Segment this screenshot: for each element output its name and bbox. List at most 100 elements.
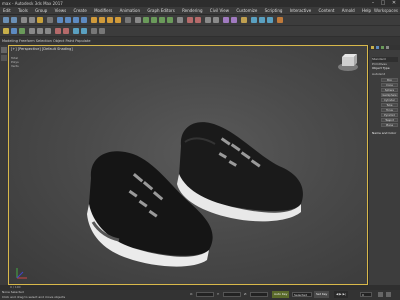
viewport-layout-icon[interactable] (91, 28, 97, 34)
menu-interactive[interactable]: Interactive (287, 7, 315, 14)
select-object-icon[interactable] (57, 17, 63, 23)
perspective-viewport[interactable]: [+] [Perspective] [Default Shading] Tota… (8, 45, 368, 285)
menu-modifiers[interactable]: Modifiers (91, 7, 115, 14)
rendered-frame-window-icon[interactable] (259, 17, 265, 23)
redo-icon[interactable] (11, 17, 17, 23)
previous-frame-icon[interactable]: ◀ (336, 292, 338, 296)
menu-help[interactable]: Help (359, 7, 374, 14)
teapot-render-icon[interactable] (277, 17, 283, 23)
zoom-icon[interactable] (378, 292, 383, 297)
orbit-icon[interactable] (386, 292, 391, 297)
sneaker-model[interactable] (9, 46, 368, 285)
maximize-button[interactable]: □ (378, 0, 388, 7)
motion-tab-icon[interactable] (386, 46, 389, 49)
play-icon[interactable]: ▶ (339, 292, 341, 296)
render-setup-icon[interactable] (251, 17, 257, 23)
selection-filter-dropdown[interactable] (47, 17, 53, 23)
undo-icon[interactable] (3, 17, 9, 23)
link-icon[interactable] (21, 17, 27, 23)
key-filter-dropdown[interactable]: Selected (292, 292, 312, 297)
brush-icon[interactable] (63, 28, 69, 34)
primitive-type-dropdown[interactable]: Standard Primitives (372, 57, 398, 66)
menu-arnold[interactable]: Arnold (339, 7, 358, 14)
play-controls[interactable]: ◀ ▶ ▶| (334, 291, 348, 298)
snaps-toggle-icon[interactable] (143, 17, 149, 23)
create-tab-icon[interactable] (371, 46, 374, 49)
modify-icon[interactable] (11, 28, 17, 34)
layer-explorer-icon[interactable] (213, 17, 219, 23)
render-production-icon[interactable] (267, 17, 273, 23)
name-and-color-rollout[interactable]: Name and Color (372, 131, 396, 135)
pyramid-button[interactable]: Pyramid (381, 113, 398, 117)
schematic-view-icon[interactable] (231, 17, 237, 23)
current-frame-field[interactable]: 0 (360, 292, 372, 297)
menu-group[interactable]: Group (32, 7, 50, 14)
reference-coordinate-dropdown[interactable] (125, 17, 131, 23)
bind-space-warp-icon[interactable] (37, 17, 43, 23)
menu-civil-view[interactable]: Civil View (207, 7, 232, 14)
menu-views[interactable]: Views (52, 7, 70, 14)
autogrid-checkbox[interactable]: AutoGrid (372, 72, 385, 76)
tube-button[interactable]: Tube (381, 103, 398, 107)
motion-icon[interactable] (29, 28, 35, 34)
torus-button[interactable]: Torus (381, 108, 398, 112)
selection-region-icon[interactable] (73, 17, 79, 23)
flow-icon[interactable] (81, 28, 87, 34)
rotate-icon[interactable] (99, 17, 105, 23)
select-by-name-icon[interactable] (65, 17, 71, 23)
teapot-button[interactable]: Teapot (381, 118, 398, 122)
set-key-button[interactable]: Set Key (314, 291, 330, 298)
box-button[interactable]: Box (381, 78, 398, 82)
menu-create[interactable]: Create (71, 7, 90, 14)
utilities-icon[interactable] (45, 28, 51, 34)
auto-key-button[interactable]: Auto Key (272, 291, 290, 298)
angle-snap-icon[interactable] (151, 17, 157, 23)
display-icon[interactable] (37, 28, 43, 34)
isolate-icon[interactable] (99, 28, 105, 34)
move-icon[interactable] (91, 17, 97, 23)
minimize-button[interactable]: – (368, 0, 378, 7)
mirror-icon[interactable] (187, 17, 193, 23)
workspace-selector[interactable]: Workspaces (374, 7, 398, 14)
align-icon[interactable] (195, 17, 201, 23)
geosphere-button[interactable]: GeoSphere (381, 93, 398, 97)
modify-tab-icon[interactable] (376, 46, 379, 49)
menu-customize[interactable]: Customize (233, 7, 260, 14)
hierarchy-tab-icon[interactable] (381, 46, 384, 49)
x-coordinate-field[interactable] (196, 292, 214, 297)
hierarchy-icon[interactable] (19, 28, 25, 34)
menu-scripting[interactable]: Scripting (262, 7, 286, 14)
menu-rendering[interactable]: Rendering (179, 7, 205, 14)
layout-tab-icon[interactable] (1, 47, 7, 53)
cone-button[interactable]: Cone (381, 83, 398, 87)
material-editor-icon[interactable] (241, 17, 247, 23)
cylinder-button[interactable]: Cylinder (381, 98, 398, 102)
plane-button[interactable]: Plane (381, 123, 398, 127)
populate-icon[interactable] (73, 28, 79, 34)
named-selection-sets-icon[interactable] (177, 17, 183, 23)
menu-graph-editors[interactable]: Graph Editors (144, 7, 177, 14)
menu-animation[interactable]: Animation (117, 7, 143, 14)
z-coordinate-field[interactable] (250, 292, 268, 297)
close-button[interactable]: ✕ (389, 0, 399, 7)
object-type-rollout[interactable]: Object Type (372, 66, 390, 70)
curve-editor-icon[interactable] (223, 17, 229, 23)
scale-icon[interactable] (107, 17, 113, 23)
menu-edit[interactable]: Edit (0, 7, 14, 14)
sphere-button[interactable]: Sphere (381, 88, 398, 92)
pivot-center-icon[interactable] (135, 17, 141, 23)
create-icon[interactable] (3, 28, 9, 34)
y-coordinate-field[interactable] (223, 292, 241, 297)
window-crossing-icon[interactable] (81, 17, 87, 23)
scene-explorer-icon[interactable] (205, 17, 211, 23)
percent-snap-icon[interactable] (159, 17, 165, 23)
menu-tools[interactable]: Tools (15, 7, 31, 14)
menu-content[interactable]: Content (316, 7, 338, 14)
next-frame-icon[interactable]: ▶| (343, 292, 346, 296)
layout-add-icon[interactable] (1, 55, 7, 61)
unlink-icon[interactable] (29, 17, 35, 23)
placement-icon[interactable] (115, 17, 121, 23)
spinner-snap-icon[interactable] (167, 17, 173, 23)
paint-icon[interactable] (55, 28, 61, 34)
ribbon-tabs[interactable]: Modeling Freeform Selection Object Paint… (2, 37, 90, 45)
